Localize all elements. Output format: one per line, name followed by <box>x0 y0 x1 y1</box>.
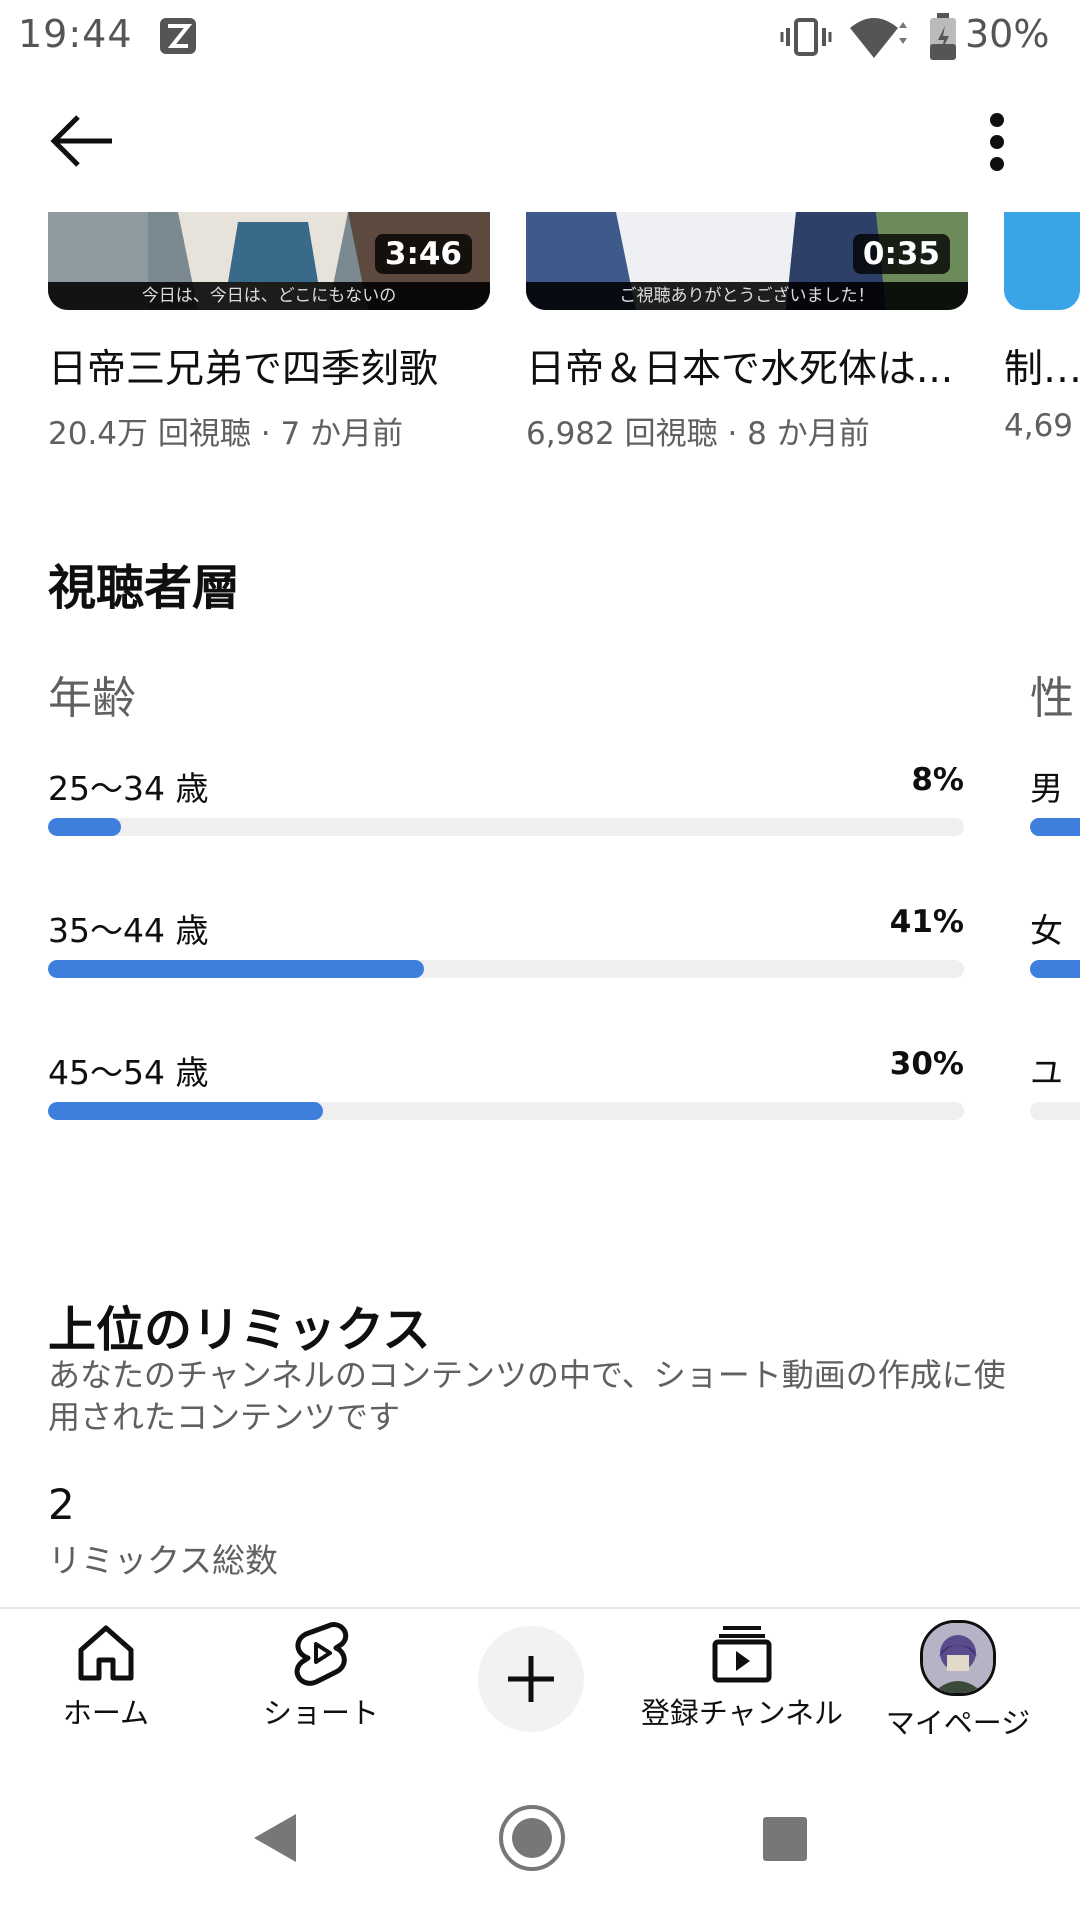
status-time: 19:44 <box>18 12 133 56</box>
avatar <box>920 1620 996 1696</box>
wifi-icon <box>848 14 910 60</box>
remix-count: 2 <box>48 1480 75 1529</box>
video-title[interactable]: 日帝三兄弟で四季刻歌 <box>48 338 518 394</box>
remix-description: あなたのチャンネルのコンテンツの中で、ショート動画の作成に使用されたコンテンツで… <box>48 1356 1006 1436</box>
shorts-icon <box>294 1622 349 1686</box>
status-bar: 19:44 30% <box>0 0 1080 76</box>
video-thumbnail[interactable]: 3:46 今日は、今日は、どこにもないの <box>48 212 490 310</box>
age-bar-track <box>48 960 964 978</box>
remix-count-label: リミックス総数 <box>48 1541 279 1580</box>
video-meta: 6,982 回視聴 · 8 か月前 <box>526 416 870 452</box>
age-label: 35〜44 歳 <box>48 911 209 950</box>
system-recents-icon[interactable] <box>762 1816 808 1862</box>
age-heading: 年齢 <box>48 673 136 724</box>
back-button[interactable] <box>40 105 122 177</box>
video-title[interactable]: 日帝＆日本で水死体は... <box>526 338 971 394</box>
video-thumbnail[interactable]: 0:35 ご視聴ありがとうございました！ <box>526 212 968 310</box>
home-icon <box>78 1625 134 1681</box>
age-bar-fill <box>48 818 122 836</box>
nav-label: 登録チャンネル <box>640 1696 844 1730</box>
video-duration: 0:35 <box>852 234 950 274</box>
nav-label: ホーム <box>62 1696 150 1730</box>
age-row: 35〜44 歳 41% <box>48 904 964 984</box>
age-value: 30% <box>889 1046 964 1082</box>
create-plus-icon <box>508 1656 554 1702</box>
bottom-nav-divider <box>0 1607 1080 1609</box>
system-navigation-bar <box>0 1760 1080 1920</box>
video-title[interactable]: 制作 <box>1004 338 1080 394</box>
video-meta: 4,69 <box>1004 408 1074 444</box>
gender-heading: 性 <box>1030 673 1074 724</box>
video-subtitle: ご視聴ありがとうございました！ <box>526 282 968 310</box>
system-back-icon[interactable] <box>252 1812 298 1864</box>
age-bar-fill <box>48 1102 323 1120</box>
vibrate-icon <box>780 16 832 58</box>
video-card-partial[interactable]: 制作 4,69 <box>1004 212 1080 472</box>
nav-home[interactable]: ホーム <box>40 1620 172 1732</box>
more-vert-icon <box>990 113 1004 171</box>
nav-subscriptions[interactable]: 登録チャンネル <box>636 1620 848 1732</box>
create-button[interactable] <box>478 1626 584 1732</box>
nav-my-page[interactable]: マイページ <box>878 1620 1038 1742</box>
battery-icon <box>928 12 958 62</box>
nav-label: ショート <box>262 1696 379 1730</box>
age-value: 8% <box>911 762 964 798</box>
subscriptions-icon <box>712 1626 772 1683</box>
app-notification-icon <box>158 16 198 56</box>
video-thumbnail[interactable] <box>1004 212 1080 310</box>
age-bar-track <box>48 818 964 836</box>
age-row: 25〜34 歳 8% <box>48 762 964 842</box>
gender-label: ユ <box>1030 1053 1063 1092</box>
audience-title: 視聴者層 <box>48 560 241 616</box>
battery-percent: 30% <box>965 12 1050 56</box>
nav-label: マイページ <box>885 1706 1031 1740</box>
video-subtitle: 今日は、今日は、どこにもないの <box>48 282 490 310</box>
gender-bar <box>1030 818 1080 836</box>
remix-title: 上位のリミックス <box>48 1302 431 1358</box>
age-label: 45〜54 歳 <box>48 1053 209 1092</box>
gender-bar <box>1030 1102 1080 1120</box>
age-bar-track <box>48 1102 964 1120</box>
age-bar-fill <box>48 960 424 978</box>
nav-shorts[interactable]: ショート <box>246 1620 396 1732</box>
back-arrow-icon <box>50 115 112 167</box>
gender-label: 女 <box>1030 911 1063 950</box>
more-options-button[interactable] <box>972 104 1022 180</box>
age-label: 25〜34 歳 <box>48 769 209 808</box>
system-home-icon[interactable] <box>498 1804 566 1872</box>
video-duration: 3:46 <box>374 234 472 274</box>
age-row: 45〜54 歳 30% <box>48 1046 964 1126</box>
video-meta: 20.4万 回視聴 · 7 か月前 <box>48 416 404 452</box>
age-value: 41% <box>889 904 964 940</box>
gender-label: 男 <box>1030 769 1063 808</box>
gender-bar <box>1030 960 1080 978</box>
